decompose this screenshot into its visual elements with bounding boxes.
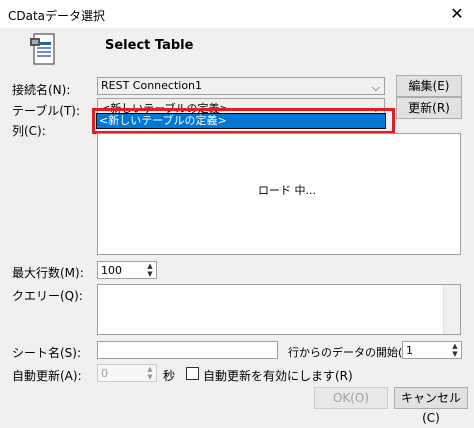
loading-text: ロード 中... <box>258 184 316 197</box>
connection-select[interactable]: REST Connection1 ⌵ <box>97 77 385 95</box>
sheet-label: シート名(S): <box>12 346 82 360</box>
spin-down-icon[interactable]: ▼ <box>145 373 155 382</box>
sheet-input[interactable] <box>97 341 278 359</box>
dialog-heading: Select Table <box>105 38 194 53</box>
refresh-button[interactable]: 更新(R) <box>396 97 462 119</box>
auto-refresh-unit: 秒 <box>163 369 176 383</box>
annotation-highlight-box <box>92 108 395 134</box>
connection-value: REST Connection1 <box>101 79 203 92</box>
connection-label: 接続名(N): <box>12 83 71 97</box>
auto-refresh-label: 自動更新(A): <box>12 369 82 383</box>
max-rows-label: 最大行数(M): <box>12 266 84 280</box>
query-label: クエリー(Q): <box>12 289 83 303</box>
columns-label: 列(C): <box>12 124 46 138</box>
chevron-down-icon: ⌵ <box>371 81 380 94</box>
table-label: テーブル(T): <box>12 104 81 118</box>
window-title: CDataデータ選択 <box>8 9 106 23</box>
start-row-label: 行からのデータの開始(S): <box>288 346 418 359</box>
enable-auto-refresh-checkbox[interactable] <box>186 367 199 380</box>
spin-down-icon[interactable]: ▼ <box>145 270 155 279</box>
start-row-stepper[interactable]: 1 ▲ ▼ <box>402 341 462 359</box>
ok-button[interactable]: OK(O) <box>314 387 388 409</box>
cancel-button[interactable]: キャンセル(C) <box>394 387 468 425</box>
close-icon[interactable]: ✕ <box>446 3 468 25</box>
table-document-icon <box>30 33 55 65</box>
query-textarea[interactable] <box>97 284 461 335</box>
query-scrollbar[interactable] <box>443 285 460 334</box>
max-rows-value: 100 <box>101 264 122 277</box>
auto-refresh-stepper[interactable]: 0 ▲ ▼ <box>97 364 157 382</box>
spin-down-icon[interactable]: ▼ <box>450 350 460 359</box>
edit-button[interactable]: 編集(E) <box>396 75 462 97</box>
max-rows-stepper[interactable]: 100 ▲ ▼ <box>97 261 157 279</box>
start-row-value: 1 <box>406 344 413 357</box>
auto-refresh-value: 0 <box>101 367 108 380</box>
enable-auto-refresh-label[interactable]: 自動更新を有効にします(R) <box>203 367 353 384</box>
columns-list[interactable]: ロード 中... <box>97 133 461 255</box>
